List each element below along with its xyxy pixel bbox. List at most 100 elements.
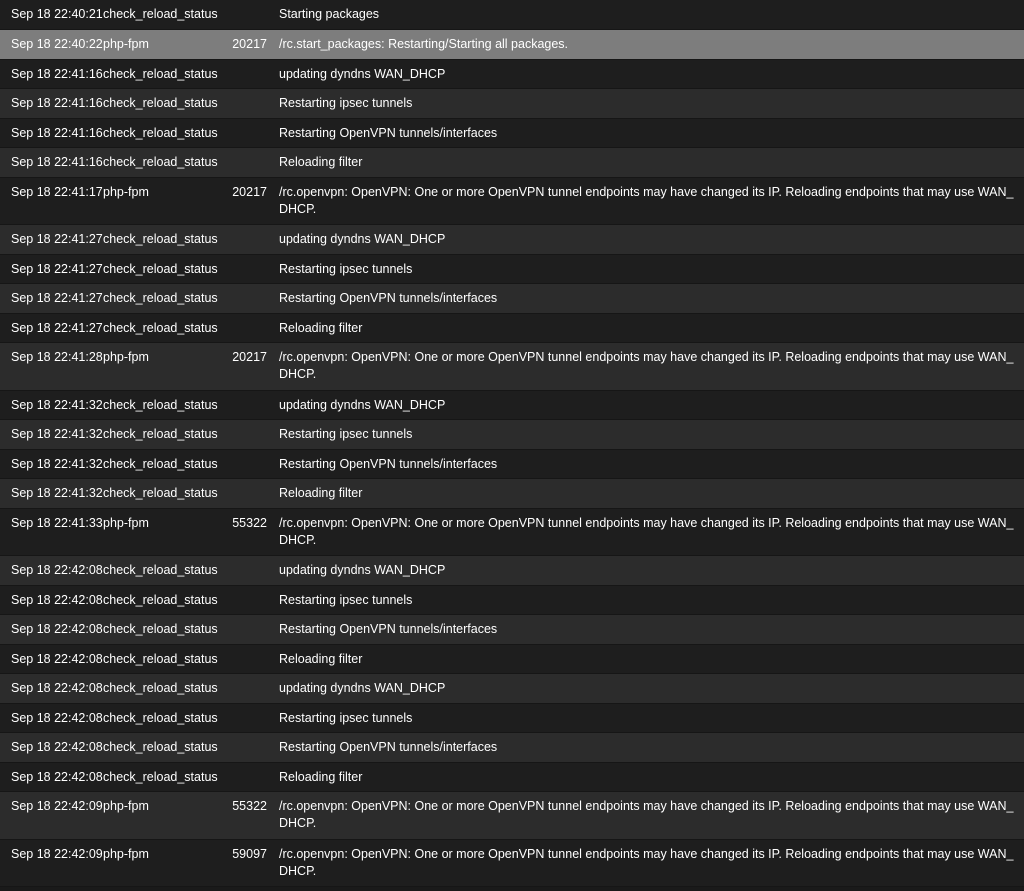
log-pid xyxy=(227,390,279,420)
log-pid xyxy=(227,555,279,586)
log-row[interactable]: Sep 18 22:41:27 check_reload_status Restar… xyxy=(0,283,1024,314)
log-time: Sep 18 22:42:08 xyxy=(0,762,103,792)
log-message: Restarting OpenVPN tunnels/interfaces xyxy=(279,732,1024,763)
log-message: Restarting OpenVPN tunnels/interfaces xyxy=(279,118,1024,148)
log-message: /rc.openvpn: OpenVPN: One or more OpenVP… xyxy=(279,177,1024,225)
log-row[interactable]: Sep 18 22:41:27 check_reload_status Restar… xyxy=(0,254,1024,284)
log-row[interactable]: Sep 18 22:42:08 check_reload_status Restar… xyxy=(0,585,1024,615)
log-process: check_reload_status xyxy=(103,390,227,420)
log-process: check_reload_status xyxy=(103,478,227,509)
log-row[interactable]: Sep 18 22:42:09 php-fpm 55322/rc.openvpn: … xyxy=(0,791,1024,840)
log-time: Sep 18 22:42:08 xyxy=(0,703,103,733)
log-pid xyxy=(227,449,279,479)
log-message: Reloading filter xyxy=(279,644,1024,674)
log-message: updating dyndns WAN_DHCP xyxy=(279,224,1024,255)
log-message: Starting packages xyxy=(279,0,1024,30)
log-row[interactable]: Sep 18 22:42:08 check_reload_status Restar… xyxy=(0,614,1024,645)
log-process: check_reload_status xyxy=(103,585,227,615)
log-row[interactable]: Sep 18 22:41:16 check_reload_status Restar… xyxy=(0,88,1024,119)
log-pid: 55322 xyxy=(227,508,279,556)
log-process: check_reload_status xyxy=(103,732,227,763)
log-entries: Sep 18 22:40:21 check_reload_status Starti… xyxy=(0,0,1024,887)
log-time: Sep 18 22:42:08 xyxy=(0,555,103,586)
log-pid xyxy=(227,59,279,89)
log-time: Sep 18 22:41:27 xyxy=(0,254,103,284)
log-time: Sep 18 22:40:22 xyxy=(0,29,103,60)
log-process: php-fpm xyxy=(103,508,227,556)
log-row[interactable]: Sep 18 22:41:32 check_reload_status Restar… xyxy=(0,449,1024,479)
log-pid xyxy=(227,644,279,674)
log-message: Reloading filter xyxy=(279,313,1024,343)
log-message: /rc.openvpn: OpenVPN: One or more OpenVP… xyxy=(279,791,1024,840)
log-row[interactable]: Sep 18 22:41:32 check_reload_status updati… xyxy=(0,390,1024,420)
log-row[interactable]: Sep 18 22:41:32 check_reload_status Restar… xyxy=(0,419,1024,450)
log-time: Sep 18 22:41:32 xyxy=(0,390,103,420)
log-message: Reloading filter xyxy=(279,478,1024,509)
log-process: check_reload_status xyxy=(103,224,227,255)
log-time: Sep 18 22:41:16 xyxy=(0,118,103,148)
log-process: php-fpm xyxy=(103,342,227,391)
log-time: Sep 18 22:41:27 xyxy=(0,313,103,343)
log-pid xyxy=(227,419,279,450)
log-row[interactable]: Sep 18 22:42:08 check_reload_status updati… xyxy=(0,555,1024,586)
log-pid: 55322 xyxy=(227,791,279,840)
log-process: check_reload_status xyxy=(103,762,227,792)
log-row[interactable]: Sep 18 22:41:27 check_reload_status updati… xyxy=(0,224,1024,255)
log-pid xyxy=(227,254,279,284)
log-message: /rc.openvpn: OpenVPN: One or more OpenVP… xyxy=(279,508,1024,556)
log-row[interactable]: Sep 18 22:42:08 check_reload_status Restar… xyxy=(0,732,1024,763)
log-pid: 20217 xyxy=(227,29,279,60)
log-pid xyxy=(227,283,279,314)
log-pid xyxy=(227,147,279,178)
log-pid xyxy=(227,88,279,119)
log-process: php-fpm xyxy=(103,177,227,225)
log-process: check_reload_status xyxy=(103,614,227,645)
log-message: updating dyndns WAN_DHCP xyxy=(279,59,1024,89)
log-row[interactable]: Sep 18 22:40:22 php-fpm 20217/rc.start_pac… xyxy=(0,29,1024,60)
log-message: /rc.openvpn: OpenVPN: One or more OpenVP… xyxy=(279,839,1024,887)
log-pid xyxy=(227,762,279,792)
log-process: check_reload_status xyxy=(103,313,227,343)
log-time: Sep 18 22:42:08 xyxy=(0,732,103,763)
log-time: Sep 18 22:42:08 xyxy=(0,644,103,674)
log-row[interactable]: Sep 18 22:40:21 check_reload_status Starti… xyxy=(0,0,1024,30)
log-process: check_reload_status xyxy=(103,703,227,733)
log-time: Sep 18 22:41:16 xyxy=(0,59,103,89)
log-time: Sep 18 22:41:16 xyxy=(0,147,103,178)
log-message: Restarting ipsec tunnels xyxy=(279,254,1024,284)
log-message: Restarting OpenVPN tunnels/interfaces xyxy=(279,614,1024,645)
system-log-table: Sep 18 22:40:21 check_reload_status Starti… xyxy=(0,0,1024,887)
log-row[interactable]: Sep 18 22:42:09 php-fpm 59097/rc.openvpn: … xyxy=(0,839,1024,887)
log-time: Sep 18 22:42:08 xyxy=(0,585,103,615)
log-time: Sep 18 22:41:16 xyxy=(0,88,103,119)
log-row[interactable]: Sep 18 22:41:16 check_reload_status updati… xyxy=(0,59,1024,89)
log-time: Sep 18 22:41:27 xyxy=(0,224,103,255)
log-message: /rc.openvpn: OpenVPN: One or more OpenVP… xyxy=(279,342,1024,391)
log-message: Restarting ipsec tunnels xyxy=(279,419,1024,450)
log-pid xyxy=(227,118,279,148)
log-row[interactable]: Sep 18 22:41:16 check_reload_status Restar… xyxy=(0,118,1024,148)
log-row[interactable]: Sep 18 22:41:28 php-fpm 20217/rc.openvpn: … xyxy=(0,342,1024,391)
log-row[interactable]: Sep 18 22:42:08 check_reload_status updati… xyxy=(0,673,1024,704)
log-process: php-fpm xyxy=(103,839,227,887)
log-row[interactable]: Sep 18 22:42:08 check_reload_status Reload… xyxy=(0,762,1024,792)
log-pid xyxy=(227,673,279,704)
log-message: updating dyndns WAN_DHCP xyxy=(279,673,1024,704)
log-message: Restarting ipsec tunnels xyxy=(279,703,1024,733)
log-row[interactable]: Sep 18 22:41:17 php-fpm 20217/rc.openvpn: … xyxy=(0,177,1024,225)
log-row[interactable]: Sep 18 22:42:08 check_reload_status Reload… xyxy=(0,644,1024,674)
log-message: updating dyndns WAN_DHCP xyxy=(279,555,1024,586)
log-pid xyxy=(227,313,279,343)
log-pid xyxy=(227,585,279,615)
log-row[interactable]: Sep 18 22:42:08 check_reload_status Restar… xyxy=(0,703,1024,733)
log-process: check_reload_status xyxy=(103,449,227,479)
log-row[interactable]: Sep 18 22:41:32 check_reload_status Reload… xyxy=(0,478,1024,509)
log-pid xyxy=(227,732,279,763)
log-row[interactable]: Sep 18 22:41:33 php-fpm 55322/rc.openvpn: … xyxy=(0,508,1024,556)
log-row[interactable]: Sep 18 22:41:27 check_reload_status Reload… xyxy=(0,313,1024,343)
log-time: Sep 18 22:41:32 xyxy=(0,419,103,450)
log-time: Sep 18 22:42:08 xyxy=(0,673,103,704)
log-process: check_reload_status xyxy=(103,0,227,30)
log-message: Restarting OpenVPN tunnels/interfaces xyxy=(279,449,1024,479)
log-row[interactable]: Sep 18 22:41:16 check_reload_status Reload… xyxy=(0,147,1024,178)
